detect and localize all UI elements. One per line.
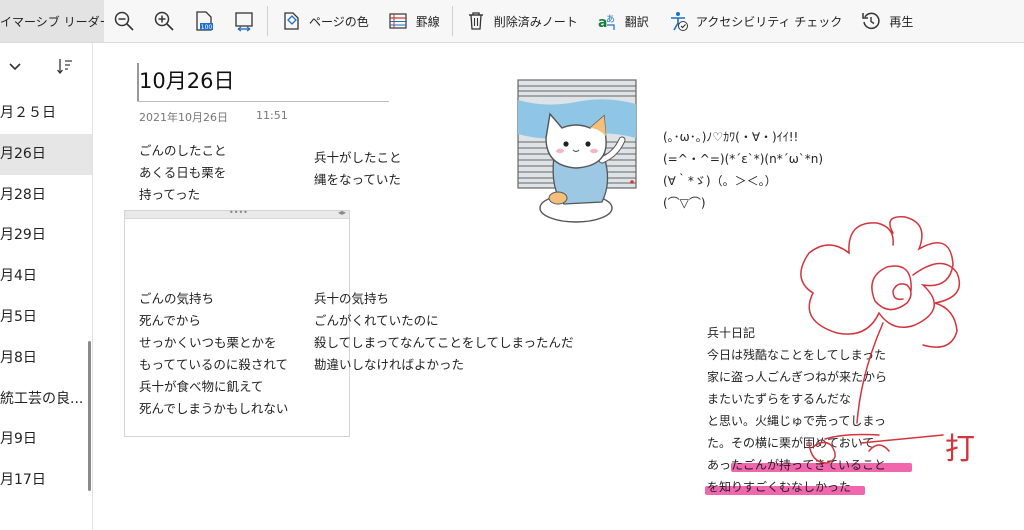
page-color-label: ページの色	[309, 14, 369, 29]
note-line: (∀｀*ゞ)（。＞＜。）	[663, 174, 777, 188]
note-line: ごんの気持ち	[139, 291, 215, 306]
drag-handle-icon[interactable]: ••••	[229, 208, 248, 217]
immersive-reader-label: イマーシブ リーダー	[0, 14, 104, 29]
page-time: 11:51	[256, 109, 288, 122]
note-line: 死んでしまうかもしれない	[139, 401, 289, 416]
sort-icon[interactable]	[56, 57, 74, 75]
sidebar-item-page[interactable]: 月17日	[0, 460, 92, 501]
note-line: 兵十がしたこと	[314, 150, 402, 165]
replay-icon	[862, 12, 880, 30]
translate-label: 翻訳	[624, 14, 649, 29]
note-line: (｡･ω･｡)ﾉ♡ｶﾜ(・∀・)ｲｲ!!	[663, 130, 799, 144]
note-gon-feeling[interactable]: ごんの気持ち 死んでから せっかくいつも栗とかを もってているのに殺されて 兵十…	[139, 288, 288, 420]
note-line: 持ってった	[139, 187, 201, 202]
note-line: (=^・^=)(*´ε`*)(n*´ω`*n)	[663, 152, 824, 166]
note-line: 勘違いしなければよかった	[314, 357, 465, 372]
accessibility-icon	[670, 12, 688, 31]
toolbar-separator	[267, 6, 268, 36]
toolbar: イマーシブ リーダー 100 ページの色 罫線 削除済みノート aあ 翻訳 アク…	[0, 0, 1024, 43]
page-title[interactable]: 10月26日	[139, 65, 234, 95]
zoom-out-icon	[114, 11, 134, 31]
toolbar-separator	[451, 6, 453, 36]
page-width-button[interactable]	[224, 0, 264, 42]
sidebar-item-page[interactable]: 月9日	[0, 419, 92, 460]
translate-button[interactable]: aあ 翻訳	[587, 0, 658, 42]
sidebar-item-page[interactable]: 統工芸の良...	[0, 379, 92, 420]
page-date: 2021年10月26日	[139, 111, 228, 124]
deleted-notes-label: 削除済みノート	[493, 14, 578, 29]
page-color-icon	[284, 12, 299, 30]
zoom-in-button[interactable]	[144, 0, 184, 42]
rule-lines-label: 罫線	[415, 14, 440, 29]
note-line: 殺してしまってなんてことをしてしまったんだ	[314, 335, 574, 350]
note-line: もってているのに殺されて	[139, 357, 289, 372]
sidebar-item-page[interactable]: 月5日	[0, 297, 92, 338]
note-line: あくる日も栗を	[139, 165, 227, 180]
svg-text:あ: あ	[606, 14, 615, 25]
accessibility-check-button[interactable]: アクセシビリティ チェック	[658, 0, 852, 42]
note-line: 死んでから	[139, 313, 201, 328]
sidebar-scrollbar[interactable]	[88, 341, 91, 491]
translate-icon: aあ	[598, 14, 615, 31]
note-line: ごんがくれていたのに	[314, 313, 439, 328]
page-list: 月２５日 月26日 月28日 月29日 月4日 月5日 月8日 統工芸の良...…	[0, 93, 92, 501]
note-canvas[interactable]: 10月26日 2021年10月26日 11:51 ごんのしたこと あくる日も栗を…	[93, 43, 1024, 530]
page-list-sidebar: 月２５日 月26日 月28日 月29日 月4日 月5日 月8日 統工芸の良...…	[0, 43, 93, 530]
svg-text:100: 100	[201, 24, 213, 31]
note-hyoju-did[interactable]: 兵十がしたこと 縄をなっていた	[314, 147, 402, 191]
trash-icon	[468, 12, 483, 30]
cat-window-illustration[interactable]	[516, 78, 638, 228]
resize-arrows-icon[interactable]: ◂▸	[338, 208, 346, 217]
note-gon-did[interactable]: ごんのしたこと あくる日も栗を 持ってった	[139, 140, 227, 206]
sidebar-item-page[interactable]: 月8日	[0, 338, 92, 379]
note-line: 兵十の気持ち	[314, 291, 390, 306]
sidebar-item-page[interactable]: 月4日	[0, 256, 92, 297]
zoom-100-icon: 100	[196, 11, 213, 31]
sidebar-item-page[interactable]: 月29日	[0, 215, 92, 256]
replay-button[interactable]: 再生	[851, 0, 922, 42]
note-emoticons[interactable]: (｡･ω･｡)ﾉ♡ｶﾜ(・∀・)ｲｲ!! (=^・^=)(*´ε`*)(n*´ω…	[663, 126, 823, 214]
page-color-button[interactable]: ページの色	[271, 0, 378, 42]
handwritten-character: 打	[945, 432, 975, 467]
note-line: 兵十が食べ物に飢えて	[139, 379, 264, 394]
deleted-notes-button[interactable]: 削除済みノート	[456, 0, 587, 42]
zoom-out-button[interactable]	[104, 0, 144, 42]
sidebar-item-page-selected[interactable]: 月26日	[0, 133, 92, 175]
immersive-reader-button[interactable]: イマーシブ リーダー	[0, 0, 104, 42]
zoom-in-icon	[154, 11, 174, 31]
note-line: (⌒▽⌒)	[663, 196, 706, 210]
sidebar-header	[0, 43, 92, 93]
note-hyoju-feeling[interactable]: 兵十の気持ち ごんがくれていたのに 殺してしまってなんてことをしてしまったんだ …	[314, 288, 574, 376]
red-ink-drawing[interactable]: 打	[783, 213, 1013, 483]
title-underline	[137, 101, 389, 102]
accessibility-label: アクセシビリティ チェック	[695, 14, 843, 29]
note-line: ごんのしたこと	[139, 143, 227, 158]
sidebar-item-page[interactable]: 月２５日	[0, 93, 92, 134]
container-drag-bar[interactable]: •••• ◂▸	[125, 208, 349, 219]
note-line: 縄をなっていた	[314, 172, 401, 187]
rule-lines-button[interactable]: 罫線	[378, 0, 449, 42]
note-line: せっかくいつも栗とかを	[139, 335, 277, 350]
sidebar-item-page[interactable]: 月28日	[0, 175, 92, 216]
rule-lines-icon	[389, 13, 407, 29]
page-width-icon	[235, 12, 253, 32]
zoom-100-button[interactable]: 100	[184, 0, 224, 42]
replay-label: 再生	[889, 14, 914, 29]
chevron-down-icon[interactable]	[8, 62, 22, 72]
